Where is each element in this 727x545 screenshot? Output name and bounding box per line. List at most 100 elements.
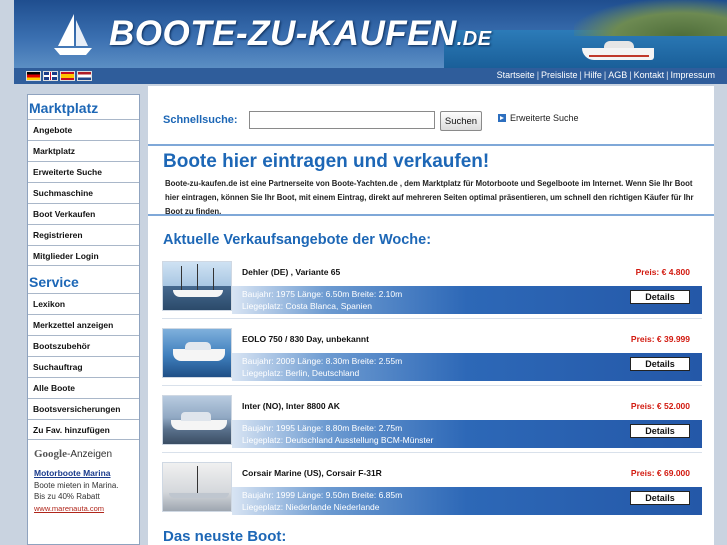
offer-price: Preis: € 69.000 bbox=[630, 468, 690, 478]
sidebar-item-alle-boote[interactable]: Alle Boote bbox=[28, 377, 139, 398]
header-island-image bbox=[574, 0, 727, 36]
mast bbox=[181, 266, 182, 290]
offer-name[interactable]: EOLO 750 / 830 Day, unbekannt bbox=[242, 334, 369, 344]
nav-startseite[interactable]: Startseite bbox=[497, 70, 535, 80]
anzeigen-label: -Anzeigen bbox=[67, 449, 113, 460]
header-boat-image bbox=[582, 48, 654, 60]
sidebar-item-marktplatz[interactable]: Marktplatz bbox=[28, 140, 139, 161]
offer-name[interactable]: Inter (NO), Inter 8800 AK bbox=[242, 401, 340, 411]
boat-thumbnail[interactable] bbox=[162, 261, 232, 311]
nav-preisliste[interactable]: Preisliste bbox=[541, 70, 578, 80]
offer-name[interactable]: Corsair Marine (US), Corsair F-31R bbox=[242, 468, 382, 478]
offer-info-bar: Baujahr: 1975 Länge: 6.50m Breite: 2.10m… bbox=[232, 286, 702, 314]
details-button[interactable]: Details bbox=[630, 424, 690, 438]
nav-separator: | bbox=[629, 70, 632, 80]
divider bbox=[162, 318, 702, 319]
offer-location: Liegeplatz: Niederlande Niederlande bbox=[242, 502, 380, 512]
hull bbox=[169, 493, 229, 498]
search-input[interactable] bbox=[249, 111, 435, 129]
promo-text: Boote-zu-kaufen.de ist eine Partnerseite… bbox=[165, 179, 694, 216]
offer-name[interactable]: Dehler (DE) , Variante 65 bbox=[242, 267, 340, 277]
ad-url-link[interactable]: www.marenauta.com bbox=[34, 504, 139, 513]
divider bbox=[148, 214, 714, 216]
flag-es-icon[interactable] bbox=[60, 71, 75, 81]
divider bbox=[162, 452, 702, 453]
main-content: Schnellsuche: Suchen Erweiterte Suche Bo… bbox=[148, 86, 714, 545]
nav-hilfe[interactable]: Hilfe bbox=[584, 70, 602, 80]
ad-title-link[interactable]: Motorboote Marina bbox=[34, 468, 139, 478]
sidebar-item-suchmaschine[interactable]: Suchmaschine bbox=[28, 182, 139, 203]
sidebar-item-registrieren[interactable]: Registrieren bbox=[28, 224, 139, 245]
flag-nl-icon[interactable] bbox=[77, 71, 92, 81]
offer-info-bar: Baujahr: 1999 Länge: 9.50m Breite: 6.85m… bbox=[232, 487, 702, 515]
sidebar-item-suchauftrag[interactable]: Suchauftrag bbox=[28, 356, 139, 377]
offer-card: EOLO 750 / 830 Day, unbekannt Preis: € 3… bbox=[162, 328, 702, 386]
hull bbox=[173, 349, 225, 361]
nav-separator: | bbox=[603, 70, 607, 80]
arrow-right-icon[interactable] bbox=[498, 114, 506, 122]
search-button[interactable]: Suchen bbox=[440, 111, 482, 131]
offer-price: Preis: € 39.999 bbox=[630, 334, 690, 344]
hull bbox=[171, 420, 227, 430]
sidebar-heading-marktplatz: Marktplatz bbox=[29, 100, 99, 116]
google-ads-label: Google-Anzeigen bbox=[34, 448, 139, 460]
sidebar-item-erweiterte-suche[interactable]: Erweiterte Suche bbox=[28, 161, 139, 182]
advanced-search-link[interactable]: Erweiterte Suche bbox=[510, 113, 579, 123]
sidebar-item-angebote[interactable]: Angebote bbox=[28, 119, 139, 140]
offer-specs: Baujahr: 1999 Länge: 9.50m Breite: 6.85m bbox=[242, 490, 403, 500]
sidebar-item-bootszubehoer[interactable]: Bootszubehör bbox=[28, 335, 139, 356]
boat-thumbnail[interactable] bbox=[162, 395, 232, 445]
offer-specs: Baujahr: 2009 Länge: 8.30m Breite: 2.55m bbox=[242, 356, 403, 366]
divider bbox=[162, 385, 702, 386]
boat-thumbnail[interactable] bbox=[162, 462, 232, 512]
sidebar-item-lexikon[interactable]: Lexikon bbox=[28, 293, 139, 314]
nav-impressum[interactable]: Impressum bbox=[670, 70, 715, 80]
language-flags bbox=[26, 71, 92, 81]
nav-separator: | bbox=[666, 70, 669, 80]
flag-de-icon[interactable] bbox=[26, 71, 41, 81]
newest-boat-heading: Das neuste Boot: bbox=[163, 528, 287, 545]
nav-kontakt[interactable]: Kontakt bbox=[634, 70, 665, 80]
mast bbox=[213, 268, 214, 290]
details-button[interactable]: Details bbox=[630, 357, 690, 371]
top-nav-links: Startseite | Preisliste | Hilfe | AGB | Kontakt |… bbox=[497, 70, 715, 80]
header-boat-stripe bbox=[589, 55, 649, 57]
sidebar: Marktplatz Angebote Marktplatz Erweitert… bbox=[27, 94, 140, 545]
offer-specs: Baujahr: 1995 Länge: 8.80m Breite: 2.75m bbox=[242, 423, 403, 433]
cabin bbox=[185, 342, 211, 350]
offer-price: Preis: € 4.800 bbox=[635, 267, 690, 277]
quick-search: Schnellsuche: Suchen Erweiterte Suche bbox=[148, 106, 714, 136]
flag-uk-icon[interactable] bbox=[43, 71, 58, 81]
logo-text: BOOTE-ZU-KAUFEN bbox=[109, 14, 457, 53]
google-logo: Google bbox=[34, 448, 67, 460]
boat-thumbnail[interactable] bbox=[162, 328, 232, 378]
site-header: BOOTE-ZU-KAUFEN.DE bbox=[14, 0, 727, 68]
mast bbox=[197, 466, 198, 494]
offer-location: Liegeplatz: Berlin, Deutschland bbox=[242, 368, 360, 378]
site-logo[interactable]: BOOTE-ZU-KAUFEN.DE bbox=[109, 14, 492, 54]
details-button[interactable]: Details bbox=[630, 491, 690, 505]
offer-specs: Baujahr: 1975 Länge: 6.50m Breite: 2.10m bbox=[242, 289, 403, 299]
details-button[interactable]: Details bbox=[630, 290, 690, 304]
cabin bbox=[181, 412, 211, 421]
sidebar-item-bootsversicherungen[interactable]: Bootsversicherungen bbox=[28, 398, 139, 419]
nav-separator: | bbox=[536, 70, 540, 80]
search-label: Schnellsuche: bbox=[163, 114, 238, 126]
offer-card: Dehler (DE) , Variante 65 Preis: € 4.800… bbox=[162, 261, 702, 319]
sidebar-item-merkzettel[interactable]: Merkzettel anzeigen bbox=[28, 314, 139, 335]
sidebar-heading-service: Service bbox=[29, 274, 79, 290]
nav-agb[interactable]: AGB bbox=[608, 70, 627, 80]
sailboat-logo-icon[interactable] bbox=[52, 12, 94, 56]
promo-title: Boote hier eintragen und verkaufen! bbox=[163, 151, 490, 172]
sidebar-item-mitglieder-login[interactable]: Mitglieder Login bbox=[28, 245, 139, 266]
mast bbox=[197, 264, 198, 290]
offer-location: Liegeplatz: Costa Blanca, Spanien bbox=[242, 301, 372, 311]
sidebar-item-favoriten[interactable]: Zu Fav. hinzufügen bbox=[28, 419, 139, 440]
sidebar-item-boot-verkaufen[interactable]: Boot Verkaufen bbox=[28, 203, 139, 224]
offer-info-bar: Baujahr: 1995 Länge: 8.80m Breite: 2.75m… bbox=[232, 420, 702, 448]
offers-heading: Aktuelle Verkaufsangebote der Woche: bbox=[163, 232, 432, 248]
logo-tld: .DE bbox=[456, 28, 492, 50]
promo-box: Boote hier eintragen und verkaufen! Boot… bbox=[158, 146, 706, 216]
ad-text: Boote mieten in Marina. Bis zu 40% Rabat… bbox=[34, 481, 119, 501]
offer-location: Liegeplatz: Deutschland Ausstellung BCM-… bbox=[242, 435, 434, 445]
